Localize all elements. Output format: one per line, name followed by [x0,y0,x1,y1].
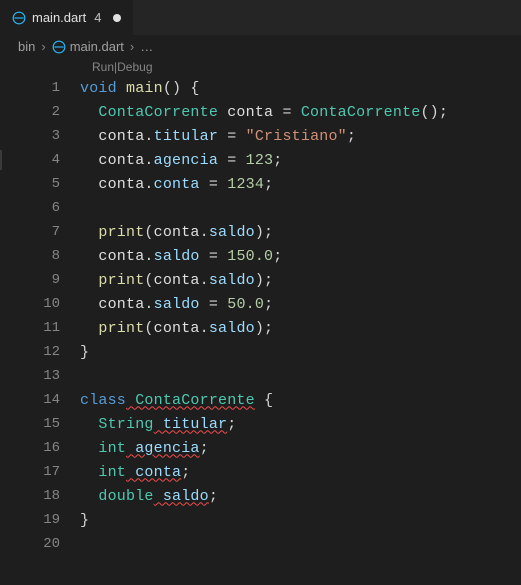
dart-icon [52,40,66,54]
chevron-right-icon: › [130,39,134,54]
line-number: 6 [0,200,80,216]
code-editor[interactable]: 1void main() { 2 ContaCorrente conta = C… [0,76,521,556]
line-number: 16 [0,440,80,456]
code-line: 19} [0,508,521,532]
line-number: 2 [0,104,80,120]
code-line: 15 String titular; [0,412,521,436]
code-line: 10 conta.saldo = 50.0; [0,292,521,316]
activity-indicator [0,150,2,170]
code-line: 16 int agencia; [0,436,521,460]
code-line: 5 conta.conta = 1234; [0,172,521,196]
line-number: 5 [0,176,80,192]
line-number: 18 [0,488,80,504]
line-number: 10 [0,296,80,312]
codelens-debug[interactable]: Debug [117,60,152,74]
line-number: 19 [0,512,80,528]
tab-filename: main.dart [32,10,86,25]
code-line: 6 [0,196,521,220]
line-number: 1 [0,80,80,96]
code-line: 20 [0,532,521,556]
line-number: 14 [0,392,80,408]
line-number: 7 [0,224,80,240]
code-line: 1void main() { [0,76,521,100]
line-number: 11 [0,320,80,336]
line-number: 9 [0,272,80,288]
codelens-run[interactable]: Run [92,60,114,74]
code-line: 14class ContaCorrente { [0,388,521,412]
line-number: 3 [0,128,80,144]
code-line: 3 conta.titular = "Cristiano"; [0,124,521,148]
code-line: 8 conta.saldo = 150.0; [0,244,521,268]
code-line: 13 [0,364,521,388]
line-number: 12 [0,344,80,360]
code-line: 9 print(conta.saldo); [0,268,521,292]
code-line: 11 print(conta.saldo); [0,316,521,340]
breadcrumb-folder[interactable]: bin [18,39,35,54]
breadcrumb: bin › main.dart › … [0,35,521,58]
breadcrumb-more[interactable]: … [140,39,153,54]
code-line: 4 conta.agencia = 123; [0,148,521,172]
line-number: 8 [0,248,80,264]
line-number: 15 [0,416,80,432]
tab-bar: main.dart 4 [0,0,521,35]
line-number: 17 [0,464,80,480]
line-number: 13 [0,368,80,384]
code-line: 18 double saldo; [0,484,521,508]
unsaved-dot-icon [113,14,121,22]
line-number: 4 [0,152,80,168]
code-lens: Run | Debug [0,58,521,76]
tab-problem-count: 4 [94,10,101,25]
code-line: 12} [0,340,521,364]
breadcrumb-file[interactable]: main.dart [52,39,124,54]
line-number: 20 [0,536,80,552]
chevron-right-icon: › [41,39,45,54]
code-line: 2 ContaCorrente conta = ContaCorrente(); [0,100,521,124]
code-line: 7 print(conta.saldo); [0,220,521,244]
dart-icon [12,11,26,25]
editor-tab[interactable]: main.dart 4 [0,0,133,35]
code-line: 17 int conta; [0,460,521,484]
